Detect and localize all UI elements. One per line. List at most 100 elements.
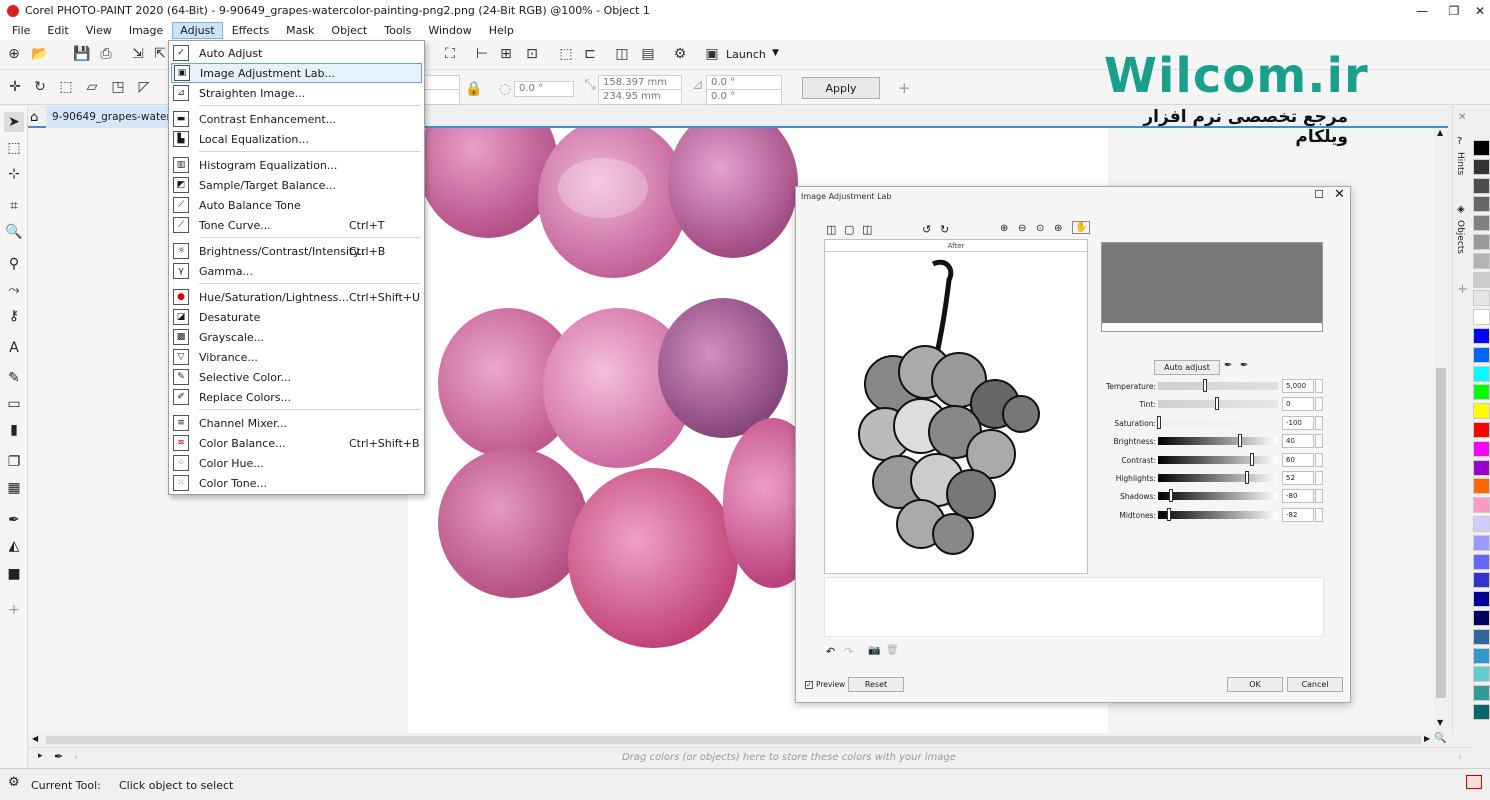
color-swatch-icon[interactable]: ■	[4, 564, 24, 584]
clone-tool-icon[interactable]: ⚷	[4, 306, 24, 326]
import-icon[interactable]: ⇲	[128, 44, 148, 64]
eyedropper-white-icon[interactable]: ✒	[1224, 360, 1232, 371]
scroll-right-icon[interactable]: ▶	[1424, 734, 1430, 743]
slider-stepper[interactable]	[1315, 489, 1323, 504]
menu-item-channel-mixer[interactable]: ≡ Channel Mixer...	[171, 413, 422, 433]
slider-value-field[interactable]: 60	[1282, 452, 1314, 467]
pick-tool-icon[interactable]: ➤	[4, 112, 24, 132]
horizontal-scrollbar[interactable]: ◀ ▶ 🔍	[28, 733, 1448, 747]
apply-button[interactable]: Apply	[802, 77, 880, 99]
palette-swatch[interactable]	[1473, 271, 1490, 288]
rectangle-mask-icon[interactable]: ⬚	[4, 138, 24, 158]
slider-stepper[interactable]	[1315, 397, 1323, 412]
preview-checkbox[interactable]: ✓	[805, 681, 813, 689]
menu-item-sample-target-balance[interactable]: ◩ Sample/Target Balance...	[171, 175, 422, 195]
palette-swatch[interactable]	[1473, 478, 1490, 495]
palette-swatch[interactable]	[1473, 403, 1490, 420]
slider-stepper[interactable]	[1315, 415, 1323, 430]
scroll-up-icon[interactable]: ▲	[1437, 128, 1443, 137]
single-view-icon[interactable]: ▢	[844, 223, 854, 236]
menu-item-color-tone[interactable]: ⁙ Color Tone...	[171, 473, 422, 493]
palette-swatch[interactable]	[1473, 704, 1490, 720]
eraser-tool-icon[interactable]: ▮	[4, 420, 24, 440]
minimize-button[interactable]: —	[1404, 0, 1440, 21]
cancel-button[interactable]: Cancel	[1287, 677, 1343, 692]
rectangle-tool-icon[interactable]: ▭	[4, 394, 24, 414]
menu-item-color-balance[interactable]: ≋ Color Balance... Ctrl+Shift+B	[171, 433, 422, 453]
menu-item-hue-saturation-lightness[interactable]: ● Hue/Saturation/Lightness... Ctrl+Shift+U	[171, 287, 422, 307]
perspective-icon[interactable]: ◸	[134, 77, 154, 97]
transparency-tool-icon[interactable]: ▦	[4, 478, 24, 498]
menu-item-auto-balance-tone[interactable]: ⟋ Auto Balance Tone	[171, 195, 422, 215]
slider-stepper[interactable]	[1315, 471, 1323, 485]
palette-swatch[interactable]	[1473, 666, 1490, 683]
zoom-tool-icon[interactable]: 🔍	[4, 222, 24, 242]
hints-icon[interactable]: ?	[1457, 136, 1462, 147]
slider-track[interactable]	[1158, 452, 1278, 466]
palette-swatch[interactable]	[1473, 309, 1490, 326]
expand-arrow-icon[interactable]: ▸	[38, 751, 43, 761]
docker-tab-hints[interactable]: Hints	[1455, 152, 1465, 175]
slider-stepper[interactable]	[1315, 507, 1323, 522]
export-icon[interactable]: ⇱	[150, 44, 170, 64]
eyedropper-black-icon[interactable]: ✒	[1240, 360, 1248, 371]
slider-stepper[interactable]	[1315, 452, 1323, 467]
zoom-actual-icon[interactable]: ⊛	[1054, 223, 1062, 234]
slider-stepper[interactable]	[1315, 379, 1323, 393]
slider-track[interactable]	[1158, 489, 1278, 503]
vertical-scrollbar[interactable]: ▲ ▼	[1434, 128, 1448, 733]
palette-swatch[interactable]	[1473, 290, 1490, 307]
save-icon[interactable]: 💾	[72, 44, 92, 64]
palette-swatch[interactable]	[1473, 158, 1490, 175]
document-tab[interactable]: 9-90649_grapes-waterco...	[46, 106, 170, 128]
slider-thumb[interactable]	[1168, 489, 1173, 503]
add-tool-icon[interactable]: +	[4, 600, 24, 620]
palette-swatch[interactable]	[1473, 572, 1490, 589]
skew-v-field[interactable]: 0.0 °	[706, 89, 782, 105]
menu-file[interactable]: File	[4, 22, 38, 39]
menu-item-replace-colors[interactable]: ✐ Replace Colors...	[171, 387, 422, 407]
slider-thumb[interactable]	[1167, 507, 1172, 521]
menu-item-selective-color[interactable]: ✎ Selective Color...	[171, 367, 422, 387]
text-tool-icon[interactable]: A	[4, 338, 24, 358]
menu-item-vibrance[interactable]: ▽ Vibrance...	[171, 347, 422, 367]
slider-value-field[interactable]: -82	[1282, 507, 1314, 522]
palette-swatch[interactable]	[1473, 365, 1490, 382]
eyedropper-tool-icon[interactable]: ✒	[4, 510, 24, 530]
slider-value-field[interactable]: 52	[1282, 471, 1314, 485]
color-proof-icon[interactable]	[1466, 775, 1482, 789]
docker-close-icon[interactable]: ✕	[1458, 112, 1466, 123]
ruler-icon[interactable]: ⊢	[472, 44, 492, 64]
menu-item-straighten-image[interactable]: ⊿ Straighten Image...	[171, 83, 422, 103]
palette-swatch[interactable]	[1473, 459, 1490, 476]
menu-tools[interactable]: Tools	[376, 22, 419, 39]
crop-tool-icon[interactable]: ⌗	[4, 196, 24, 216]
mask-marquee-icon[interactable]: ⬚	[556, 44, 576, 64]
palette-swatch[interactable]	[1473, 422, 1490, 438]
objects-icon[interactable]: ◈	[1457, 204, 1465, 215]
menu-item-brightness-contrast-intensity[interactable]: ☼ Brightness/Contrast/Intensity... Ctrl+B	[171, 241, 422, 261]
position-icon[interactable]: ✛	[5, 77, 25, 97]
scale-icon[interactable]: ⬚	[56, 77, 76, 97]
position-y-field[interactable]	[424, 89, 460, 105]
slider-thumb[interactable]	[1203, 379, 1208, 392]
menu-mask[interactable]: Mask	[278, 22, 322, 39]
height-field[interactable]: 234.95 mm	[598, 89, 682, 105]
menu-item-image-adjustment-lab[interactable]: ▣ Image Adjustment Lab...	[171, 63, 422, 83]
ok-button[interactable]: OK	[1227, 677, 1283, 692]
zoom-fit-icon[interactable]: ⊙	[1036, 223, 1044, 234]
menu-object[interactable]: Object	[323, 22, 375, 39]
palette-swatch[interactable]	[1473, 647, 1490, 664]
slider-thumb[interactable]	[1249, 452, 1254, 466]
add-icon[interactable]: +	[898, 79, 911, 97]
slider-track[interactable]	[1158, 397, 1278, 411]
docker-tab-objects[interactable]: Objects	[1455, 220, 1465, 254]
palette-swatch[interactable]	[1473, 628, 1490, 645]
mask-overlay-icon[interactable]: ⊏	[580, 44, 600, 64]
menu-item-desaturate[interactable]: ◪ Desaturate	[171, 307, 422, 327]
rotate-left-icon[interactable]: ↺	[922, 223, 931, 236]
pan-hand-icon[interactable]: ✋	[1072, 221, 1091, 234]
menu-item-grayscale[interactable]: ▩ Grayscale...	[171, 327, 422, 347]
palette-swatch[interactable]	[1473, 591, 1490, 608]
skew-icon[interactable]: ▱	[82, 77, 102, 97]
